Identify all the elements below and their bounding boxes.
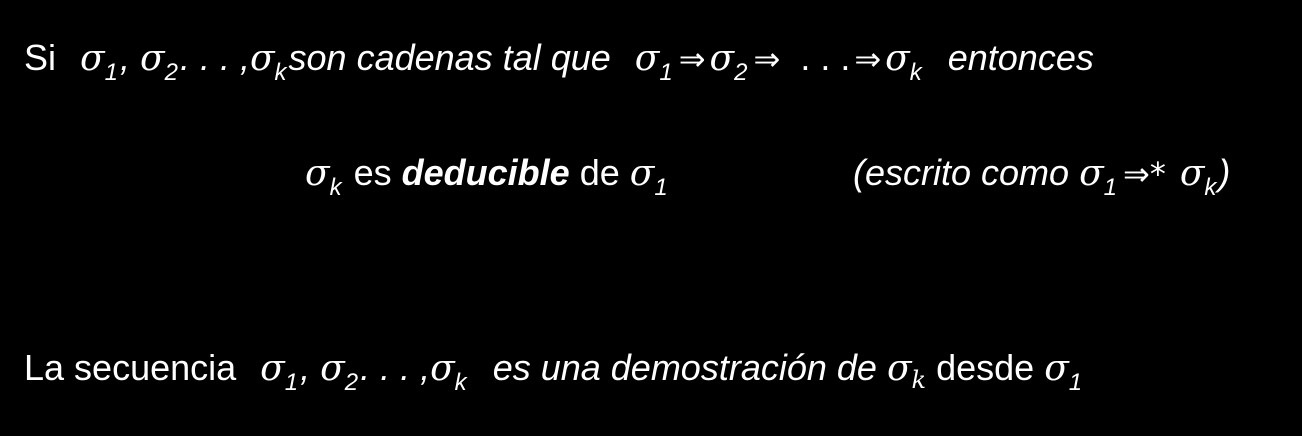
sigma-symbol: σ <box>320 348 345 389</box>
derives-star-arrow-icon: ⇒* <box>1123 155 1166 193</box>
derives-arrow-icon: ⇒ <box>753 40 781 78</box>
word-entonces: entonces <box>947 37 1094 78</box>
subscript-k: k <box>454 369 467 396</box>
sigma-symbol: σ <box>140 38 165 79</box>
word-de: de <box>579 152 620 193</box>
sigma-symbol: σ <box>629 153 655 194</box>
subscript-1: 1 <box>1068 369 1083 396</box>
sigma-symbol: σ <box>249 38 275 79</box>
subscript-2: 2 <box>164 59 178 86</box>
derives-arrow-icon: ⇒ <box>678 40 706 78</box>
word-si: Si <box>24 37 57 78</box>
notation-note: (escrito como σ1 ⇒* σk) <box>853 152 1231 200</box>
subscript-k: k <box>1204 174 1217 201</box>
subscript-k: k <box>909 59 922 86</box>
phrase-la-secuencia: La secuencia <box>24 347 237 388</box>
subscript-k: k <box>329 174 342 201</box>
sigma-symbol: σ <box>885 38 910 79</box>
close-paren: ) <box>1218 152 1231 193</box>
subscript-2: 2 <box>734 59 748 86</box>
subscript-1: 1 <box>1103 174 1118 201</box>
ellipsis-comma: . . . , <box>360 347 431 388</box>
subscript-1: 1 <box>104 59 118 86</box>
subscript-1: 1 <box>654 174 668 201</box>
sigma-symbol: σ <box>1179 153 1205 194</box>
definition-line-deducible: σk es deducible de σ1 <box>305 152 670 200</box>
sigma-symbol: σ <box>260 348 285 389</box>
sigma-symbol: σ <box>1079 153 1104 194</box>
derives-arrow-icon: ⇒ <box>854 40 882 78</box>
sigma-symbol: σ <box>1044 348 1069 389</box>
sequence-line: La secuencia σ1, σ2. . . ,σk es una demo… <box>24 347 1084 395</box>
phrase-es-una-demostracion: es una demostración de <box>492 347 877 388</box>
subscript-k: k <box>274 59 287 86</box>
definition-line-chain: Si σ1, σ2. . . ,σkson cadenas tal que σ1… <box>24 37 1094 85</box>
sigma-symbol: σ <box>709 38 735 79</box>
comma: , <box>119 37 130 78</box>
subscript-2: 2 <box>344 369 359 396</box>
term-deducible: deducible <box>401 152 570 193</box>
sigma-symbol: σ <box>80 38 105 79</box>
word-desde: desde <box>936 347 1035 388</box>
word-es: es <box>353 152 392 193</box>
phrase-escrito-como: (escrito como <box>853 152 1070 193</box>
subscript-1: 1 <box>284 369 299 396</box>
sigma-symbol: σ <box>886 348 912 389</box>
ellipsis-comma: . . . , <box>179 37 250 78</box>
sigma-symbol: σ <box>430 348 455 389</box>
comma: , <box>300 347 311 388</box>
sigma-symbol: σ <box>305 153 330 194</box>
ellipsis: . . . <box>800 37 851 78</box>
subscript-k: k <box>911 366 927 394</box>
phrase-son-cadenas: son cadenas tal que <box>288 37 611 78</box>
subscript-1: 1 <box>659 59 673 86</box>
sigma-symbol: σ <box>634 38 660 79</box>
